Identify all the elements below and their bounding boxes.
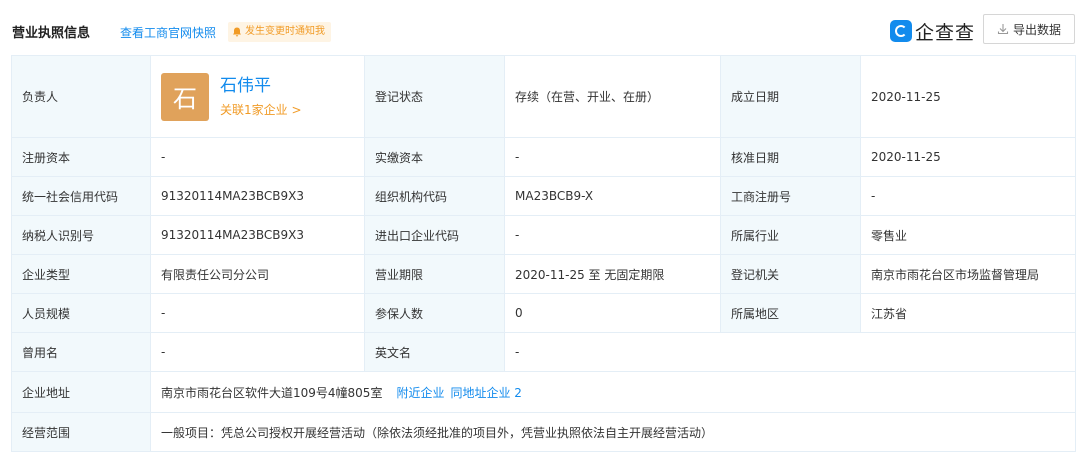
- capital-value: -: [150, 137, 365, 177]
- nearby-companies-link[interactable]: 附近企业: [396, 386, 444, 400]
- insured-count-label: 参保人数: [364, 293, 505, 333]
- responsible-person: 石 石伟平 关联1家企业 >: [161, 72, 354, 121]
- section-title: 营业执照信息: [12, 26, 91, 41]
- approve-date-value: 2020-11-25: [860, 137, 1076, 177]
- business-term-label: 营业期限: [364, 254, 505, 294]
- company-type-label: 企业类型: [11, 254, 151, 294]
- business-scope-value: 一般项目：凭总公司授权开展经营活动（除依法须经批准的项目外，凭营业执照依法自主开…: [150, 412, 1076, 452]
- notify-label: 发生变更时通知我: [245, 26, 325, 37]
- export-label: 导出数据: [1012, 22, 1061, 37]
- logo-mark-icon: [890, 20, 912, 42]
- english-name-label: 英文名: [364, 332, 505, 372]
- address-cell: 南京市雨花台区软件大道109号4幢805室 附近企业 同地址企业 2: [150, 371, 1076, 413]
- staff-size-value: -: [150, 293, 365, 333]
- found-date-value: 2020-11-25: [860, 55, 1076, 138]
- region-label: 所属地区: [720, 293, 861, 333]
- view-snapshot-link[interactable]: 查看工商官网快照: [120, 24, 216, 41]
- company-type-value: 有限责任公司分公司: [150, 254, 365, 294]
- insured-count-value: 0: [504, 293, 721, 333]
- former-name-label: 曾用名: [11, 332, 151, 372]
- taxpayer-id-value: 91320114MA23BCB9X3: [150, 215, 365, 255]
- table-row: 统一社会信用代码 91320114MA23BCB9X3 组织机构代码 MA23B…: [11, 176, 1076, 216]
- table-row: 人员规模 - 参保人数 0 所属地区 江苏省: [11, 293, 1076, 333]
- paid-capital-label: 实缴资本: [364, 137, 505, 177]
- export-data-button[interactable]: 导出数据: [983, 14, 1075, 44]
- reg-authority-label: 登记机关: [720, 254, 861, 294]
- import-export-code-label: 进出口企业代码: [364, 215, 505, 255]
- import-export-code-value: -: [504, 215, 721, 255]
- avatar[interactable]: 石: [161, 72, 209, 121]
- table-row: 经营范围 一般项目：凭总公司授权开展经营活动（除依法须经批准的项目外，凭营业执照…: [11, 412, 1076, 452]
- status-value: 存续（在营、开业、在册）: [504, 55, 721, 138]
- found-date-label: 成立日期: [720, 55, 861, 138]
- same-address-link[interactable]: 同地址企业 2: [450, 386, 521, 400]
- address-label: 企业地址: [11, 371, 151, 413]
- reg-authority-value: 南京市雨花台区市场监督管理局: [860, 254, 1076, 294]
- staff-size-label: 人员规模: [11, 293, 151, 333]
- qichacha-logo: 企查查: [890, 18, 975, 44]
- credit-code-label: 统一社会信用代码: [11, 176, 151, 216]
- org-code-value: MA23BCB9-X: [504, 176, 721, 216]
- responsible-label: 负责人: [11, 55, 151, 138]
- related-companies-link[interactable]: 关联1家企业 >: [220, 101, 302, 118]
- address-value: 南京市雨花台区软件大道109号4幢805室: [161, 385, 383, 400]
- english-name-value: -: [504, 332, 1076, 372]
- change-notify-button[interactable]: 发生变更时通知我: [228, 22, 331, 42]
- responsible-cell: 石 石伟平 关联1家企业 >: [150, 55, 365, 138]
- download-icon: [997, 24, 1009, 35]
- logo-text: 企查查: [915, 21, 976, 44]
- status-label: 登记状态: [364, 55, 505, 138]
- business-term-value: 2020-11-25 至 无固定期限: [504, 254, 721, 294]
- table-row: 负责人 石 石伟平 关联1家企业 > 登记状态 存续（在营、开业、在册） 成立日…: [11, 55, 1076, 138]
- paid-capital-value: -: [504, 137, 721, 177]
- org-code-label: 组织机构代码: [364, 176, 505, 216]
- region-value: 江苏省: [860, 293, 1076, 333]
- industry-label: 所属行业: [720, 215, 861, 255]
- business-license-table: 负责人 石 石伟平 关联1家企业 > 登记状态 存续（在营、开业、在册） 成立日…: [11, 55, 1076, 452]
- reg-number-value: -: [860, 176, 1076, 216]
- business-scope-label: 经营范围: [11, 412, 151, 452]
- table-row: 纳税人识别号 91320114MA23BCB9X3 进出口企业代码 - 所属行业…: [11, 215, 1076, 255]
- reg-number-label: 工商注册号: [720, 176, 861, 216]
- bell-icon: [233, 27, 241, 37]
- table-row: 企业类型 有限责任公司分公司 营业期限 2020-11-25 至 无固定期限 登…: [11, 254, 1076, 294]
- person-name-link[interactable]: 石伟平: [220, 75, 302, 97]
- taxpayer-id-label: 纳税人识别号: [11, 215, 151, 255]
- table-row: 企业地址 南京市雨花台区软件大道109号4幢805室 附近企业 同地址企业 2: [11, 371, 1076, 413]
- section-header: 营业执照信息 查看工商官网快照 发生变更时通知我 企查查 导出数据: [0, 0, 1080, 62]
- table-row: 曾用名 - 英文名 -: [11, 332, 1076, 372]
- former-name-value: -: [150, 332, 365, 372]
- credit-code-value: 91320114MA23BCB9X3: [150, 176, 365, 216]
- capital-label: 注册资本: [11, 137, 151, 177]
- table-row: 注册资本 - 实缴资本 - 核准日期 2020-11-25: [11, 137, 1076, 177]
- industry-value: 零售业: [860, 215, 1076, 255]
- approve-date-label: 核准日期: [720, 137, 861, 177]
